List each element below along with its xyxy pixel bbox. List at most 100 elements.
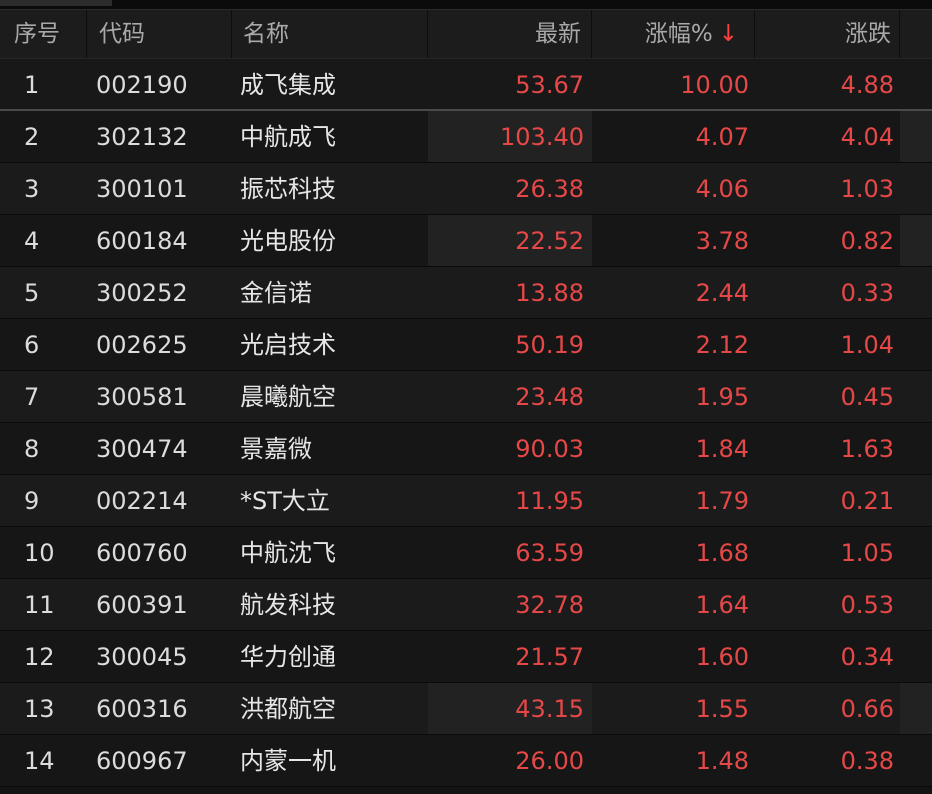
cell-change-pct: 1.79 — [695, 487, 749, 515]
cell-change: 1.04 — [840, 331, 894, 359]
cell-latest: 43.15 — [428, 683, 592, 734]
cell-name: 中航成飞 — [240, 123, 336, 151]
cell-change-pct: 1.60 — [695, 643, 749, 671]
cell-index: 11 — [24, 591, 55, 619]
cell-change: 1.05 — [840, 539, 894, 567]
cell-name: 成飞集成 — [240, 71, 336, 99]
cell-edge — [900, 215, 932, 266]
column-header-latest[interactable]: 最新 — [428, 10, 592, 58]
cell-change: 0.38 — [840, 747, 894, 775]
cell-index: 8 — [24, 435, 40, 463]
cell-code: 300581 — [96, 383, 188, 411]
cell-index: 13 — [24, 695, 55, 723]
table-row[interactable]: 6 002625 光启技术 50.19 2.12 1.04 — [0, 319, 932, 371]
cell-name: 景嘉微 — [240, 435, 312, 463]
cell-latest: 63.59 — [515, 539, 584, 567]
cell-index: 4 — [24, 227, 40, 255]
cell-latest: 90.03 — [515, 435, 584, 463]
cell-code: 002625 — [96, 331, 188, 359]
table-row[interactable]: 14 600967 内蒙一机 26.00 1.48 0.38 — [0, 735, 932, 787]
sort-descending-icon: ↓ — [718, 21, 738, 47]
cell-code: 002214 — [96, 487, 188, 515]
cell-change: 4.88 — [840, 71, 894, 99]
cell-code: 300252 — [96, 279, 188, 307]
cell-name: 晨曦航空 — [240, 383, 336, 411]
cell-index: 1 — [24, 71, 40, 99]
cell-code: 600316 — [96, 695, 188, 723]
cell-change-pct: 2.12 — [695, 331, 749, 359]
cell-index: 12 — [24, 643, 55, 671]
cell-change: 0.34 — [840, 643, 894, 671]
cell-index: 10 — [24, 539, 55, 567]
cell-change: 1.63 — [840, 435, 894, 463]
cell-change: 1.03 — [840, 175, 894, 203]
cell-change: 0.45 — [840, 383, 894, 411]
cell-code: 600760 — [96, 539, 188, 567]
cell-name: 内蒙一机 — [240, 747, 336, 775]
cell-name: 华力创通 — [240, 643, 336, 671]
column-header-code[interactable]: 代码 — [87, 10, 232, 58]
cell-name: 中航沈飞 — [240, 539, 336, 567]
cell-name: 光电股份 — [240, 227, 336, 255]
cell-code: 600184 — [96, 227, 188, 255]
table-row[interactable]: 11 600391 航发科技 32.78 1.64 0.53 — [0, 579, 932, 631]
cell-name: 光启技术 — [240, 331, 336, 359]
cell-code: 300045 — [96, 643, 188, 671]
table-row[interactable]: 3 300101 振芯科技 26.38 4.06 1.03 — [0, 163, 932, 215]
table-row[interactable]: 4 600184 光电股份 22.52 3.78 0.82 — [0, 215, 932, 267]
cell-change-pct: 1.64 — [695, 591, 749, 619]
table-row[interactable]: 12 300045 华力创通 21.57 1.60 0.34 — [0, 631, 932, 683]
cell-latest: 26.00 — [515, 747, 584, 775]
cell-change: 0.33 — [840, 279, 894, 307]
table-row[interactable]: 10 600760 中航沈飞 63.59 1.68 1.05 — [0, 527, 932, 579]
cell-change-pct: 1.84 — [695, 435, 749, 463]
cell-index: 5 — [24, 279, 40, 307]
cell-change-pct: 4.07 — [695, 123, 749, 151]
cell-change-pct: 1.95 — [695, 383, 749, 411]
table-row[interactable]: 7 300581 晨曦航空 23.48 1.95 0.45 — [0, 371, 932, 423]
table-row[interactable]: 1 002190 成飞集成 53.67 10.00 4.88 — [0, 59, 932, 111]
cell-code: 300474 — [96, 435, 188, 463]
cell-index: 2 — [24, 123, 40, 151]
cell-change: 0.53 — [840, 591, 894, 619]
cell-code: 300101 — [96, 175, 188, 203]
cell-latest: 53.67 — [515, 71, 584, 99]
cell-change-pct: 1.48 — [695, 747, 749, 775]
column-header-name[interactable]: 名称 — [232, 10, 428, 58]
cell-latest: 32.78 — [515, 591, 584, 619]
table-row[interactable]: 8 300474 景嘉微 90.03 1.84 1.63 — [0, 423, 932, 475]
cell-latest: 103.40 — [428, 111, 592, 162]
cell-code: 002190 — [96, 71, 188, 99]
cell-latest: 50.19 — [515, 331, 584, 359]
cell-edge — [900, 683, 932, 734]
cell-change: 4.04 — [840, 123, 894, 151]
column-header-change-pct-label: 涨幅% — [644, 21, 713, 47]
cell-change: 0.21 — [840, 487, 894, 515]
cell-index: 3 — [24, 175, 40, 203]
cell-edge — [900, 111, 932, 162]
cell-change-pct: 2.44 — [695, 279, 749, 307]
table-row[interactable]: 5 300252 金信诺 13.88 2.44 0.33 — [0, 267, 932, 319]
cell-code: 302132 — [96, 123, 188, 151]
column-header-change-pct[interactable]: 涨幅% ↓ — [592, 10, 755, 58]
table-row[interactable]: 13 600316 洪都航空 43.15 1.55 0.66 — [0, 683, 932, 735]
cell-name: 振芯科技 — [240, 175, 336, 203]
table-header: 序号 代码 名称 最新 涨幅% ↓ 涨跌 — [0, 10, 932, 59]
table-row[interactable]: 9 002214 *ST大立 11.95 1.79 0.21 — [0, 475, 932, 527]
column-header-more[interactable] — [900, 10, 932, 58]
cell-name: 金信诺 — [240, 279, 312, 307]
column-header-index[interactable]: 序号 — [0, 10, 87, 58]
cell-change-pct: 4.06 — [695, 175, 749, 203]
cell-change-pct: 1.68 — [695, 539, 749, 567]
tab-stub[interactable] — [0, 0, 112, 6]
column-header-change[interactable]: 涨跌 — [755, 10, 900, 58]
cell-index: 6 — [24, 331, 40, 359]
cell-change: 0.66 — [840, 695, 894, 723]
cell-name: 航发科技 — [240, 591, 336, 619]
table-row[interactable]: 2 302132 中航成飞 103.40 4.07 4.04 — [0, 111, 932, 163]
cell-change-pct: 1.55 — [695, 695, 749, 723]
stock-quote-table: 序号 代码 名称 最新 涨幅% ↓ 涨跌 1 002190 成飞集成 53.67 … — [0, 10, 932, 787]
top-toolbar-strip — [0, 0, 932, 10]
cell-index: 14 — [24, 747, 55, 775]
cell-index: 7 — [24, 383, 40, 411]
